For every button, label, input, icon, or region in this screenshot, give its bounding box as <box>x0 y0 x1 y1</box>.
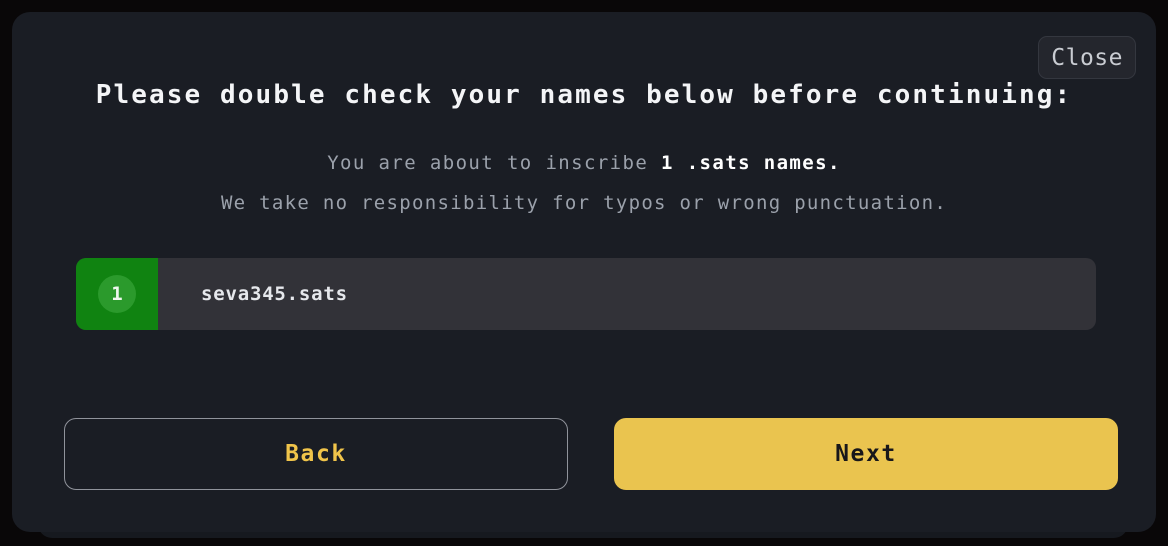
confirmation-modal: Close Please double check your names bel… <box>12 12 1156 532</box>
inscribe-summary-text: You are about to inscribe 1 .sats names. <box>12 152 1156 174</box>
disclaimer-text: We take no responsibility for typos or w… <box>220 192 948 214</box>
page-title: Please double check your names below bef… <box>95 80 1073 110</box>
inscribe-summary-lead: You are about to inscribe <box>327 152 649 174</box>
name-index-block: 1 <box>76 258 158 330</box>
next-button[interactable]: Next <box>614 418 1118 490</box>
table-row[interactable]: 1 seva345.sats <box>76 258 1096 330</box>
back-button[interactable]: Back <box>64 418 568 490</box>
modal-actions: Back Next <box>64 418 1118 490</box>
inscribe-count: 1 <box>661 152 674 174</box>
close-button[interactable]: Close <box>1038 36 1136 79</box>
app-screen: Close Please double check your names bel… <box>0 0 1168 546</box>
name-list: 1 seva345.sats <box>76 258 1096 342</box>
name-index-badge: 1 <box>98 275 136 313</box>
inscribe-suffix: .sats names. <box>686 152 841 174</box>
name-value: seva345.sats <box>201 283 348 305</box>
